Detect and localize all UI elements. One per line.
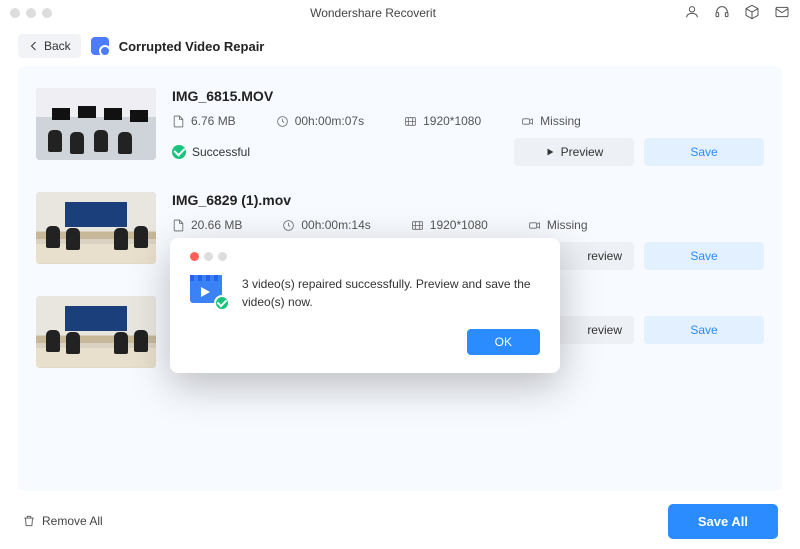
dialog-window-controls[interactable] [190, 252, 540, 261]
save-all-button[interactable]: Save All [668, 504, 778, 539]
clock-icon [282, 219, 295, 232]
minimize-icon[interactable] [204, 252, 213, 261]
remove-all-button[interactable]: Remove All [22, 514, 103, 528]
trash-icon [22, 514, 36, 528]
camera-icon [528, 219, 541, 232]
camera-icon [521, 115, 534, 128]
resolution-icon [404, 115, 417, 128]
video-thumbnail[interactable] [36, 88, 156, 160]
minimize-window-icon[interactable] [26, 8, 36, 18]
file-name: IMG_6829 (1).mov [172, 192, 764, 208]
maximize-icon[interactable] [218, 252, 227, 261]
file-row: IMG_6815.MOV 6.76 MB 00h:00m:07s 1920*10… [36, 78, 764, 182]
file-name: IMG_6815.MOV [172, 88, 764, 104]
file-icon [172, 115, 185, 128]
preview-button[interactable]: Preview [514, 138, 634, 166]
ok-button[interactable]: OK [467, 329, 540, 355]
page-header: Back Corrupted Video Repair [0, 26, 800, 66]
save-button[interactable]: Save [644, 138, 764, 166]
dialog-message: 3 video(s) repaired successfully. Previe… [242, 275, 540, 311]
arrow-left-icon [28, 40, 40, 52]
file-icon [172, 219, 185, 232]
cube-icon[interactable] [744, 4, 760, 23]
footer-bar: Remove All Save All [0, 493, 800, 549]
page-title: Corrupted Video Repair [119, 39, 265, 54]
video-thumbnail[interactable] [36, 296, 156, 368]
top-right-icons [684, 4, 790, 23]
close-window-icon[interactable] [10, 8, 20, 18]
back-button[interactable]: Back [18, 34, 81, 58]
back-label: Back [44, 39, 71, 53]
check-circle-icon [172, 145, 186, 159]
close-icon[interactable] [190, 252, 199, 261]
support-headset-icon[interactable] [714, 4, 730, 23]
clock-icon [276, 115, 289, 128]
repair-success-icon [190, 275, 226, 307]
app-title: Wondershare Recoverit [62, 6, 684, 20]
feature-icon [91, 37, 109, 55]
status-badge: Successful [172, 145, 250, 159]
maximize-window-icon[interactable] [42, 8, 52, 18]
save-button[interactable]: Save [644, 242, 764, 270]
mail-icon[interactable] [774, 4, 790, 23]
video-thumbnail[interactable] [36, 192, 156, 264]
play-icon [545, 147, 555, 157]
success-dialog: 3 video(s) repaired successfully. Previe… [170, 238, 560, 373]
resolution-icon [411, 219, 424, 232]
window-controls[interactable] [10, 8, 52, 18]
title-bar: Wondershare Recoverit [0, 0, 800, 26]
file-meta: 6.76 MB 00h:00m:07s 1920*1080 Missing [172, 114, 764, 128]
save-button[interactable]: Save [644, 316, 764, 344]
file-meta: 20.66 MB 00h:00m:14s 1920*1080 Missing [172, 218, 764, 232]
account-icon[interactable] [684, 4, 700, 23]
